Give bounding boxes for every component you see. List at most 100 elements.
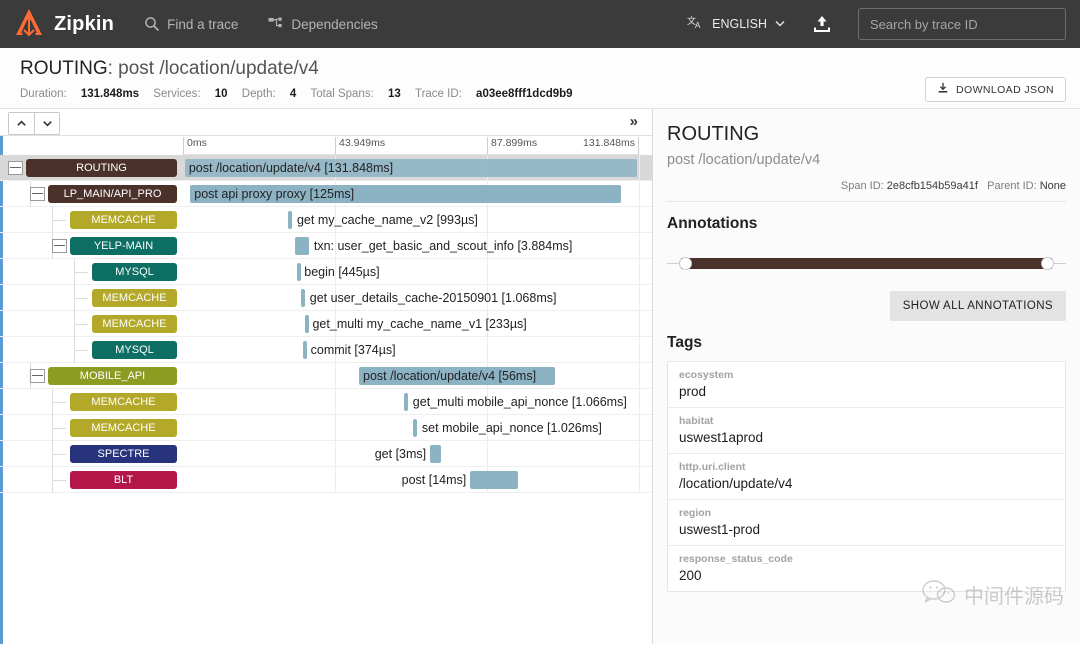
span-collapse-toggle[interactable] xyxy=(52,239,67,253)
span-row[interactable]: MEMCACHEget_multi my_cache_name_v1 [233µ… xyxy=(0,311,652,337)
span-row-timeline: post /location/update/v4 [56ms] xyxy=(183,363,639,389)
span-row-timeline: post [14ms] xyxy=(183,467,639,493)
span-row-tree: MEMCACHE xyxy=(0,311,183,337)
annotation-slider-handle-end[interactable] xyxy=(1041,257,1054,270)
trace-meta-depth-label: Depth: xyxy=(242,88,276,100)
span-duration-bar[interactable] xyxy=(295,237,309,255)
span-row[interactable]: MYSQL commit [374µs] xyxy=(0,337,652,363)
span-row[interactable]: SPECTREget [3ms] xyxy=(0,441,652,467)
service-name-badge[interactable]: YELP-MAIN xyxy=(70,237,177,255)
span-label: post /location/update/v4 [131.848ms] xyxy=(185,159,393,177)
service-name-badge[interactable]: BLT xyxy=(70,471,177,489)
service-name-badge[interactable]: MYSQL xyxy=(92,263,177,281)
service-name-badge[interactable]: ROUTING xyxy=(26,159,177,177)
timeline-panel: » 0ms 43.949ms 87.899ms 131.848ms ROUTING po… xyxy=(0,109,653,644)
trace-meta-duration-label: Duration: xyxy=(20,88,67,100)
span-label: begin [445µs] xyxy=(300,263,379,281)
upload-icon[interactable] xyxy=(812,14,832,34)
service-name-badge[interactable]: LP_MAIN/API_PRO xyxy=(48,185,177,203)
service-name-badge[interactable]: MEMCACHE xyxy=(70,419,177,437)
annotation-timeline-slider[interactable] xyxy=(667,257,1066,271)
span-row[interactable]: YELP-MAINtxn: user_get_basic_and_scout_i… xyxy=(0,233,652,259)
span-collapse-toggle[interactable] xyxy=(8,161,23,175)
span-label: post [14ms] xyxy=(402,471,471,489)
tag-value: 200 xyxy=(679,568,1054,583)
span-duration-bar[interactable] xyxy=(413,419,417,437)
axis-tick: 87.899ms xyxy=(487,137,537,155)
timeline-toolbar: » xyxy=(0,109,652,136)
tag-value: prod xyxy=(679,384,1054,399)
detail-service-title: ROUTING xyxy=(667,123,1066,146)
axis-tick: 0ms xyxy=(183,137,207,155)
tag-row: habitatuswest1aprod xyxy=(668,408,1065,454)
span-row[interactable]: MEMCACHE get my_cache_name_v2 [993µs] xyxy=(0,207,652,233)
service-name-badge[interactable]: SPECTRE xyxy=(70,445,177,463)
tag-row: http.uri.client/location/update/v4 xyxy=(668,454,1065,500)
tree-connector xyxy=(52,480,66,481)
span-duration-bar[interactable] xyxy=(301,289,305,307)
timeline-gridline xyxy=(335,441,336,467)
trace-subheader: ROUTING: post /location/update/v4 Durati… xyxy=(0,48,1080,109)
timeline-axis: 0ms 43.949ms 87.899ms 131.848ms xyxy=(183,137,639,155)
span-details-panel: ROUTING post /location/update/v4 Span ID… xyxy=(653,109,1080,644)
double-chevron-right-icon[interactable]: » xyxy=(630,112,638,132)
svg-text:A: A xyxy=(695,21,701,30)
service-name-badge[interactable]: MEMCACHE xyxy=(70,211,177,229)
span-duration-bar[interactable] xyxy=(288,211,292,229)
chevron-up-icon[interactable] xyxy=(9,113,34,134)
service-name-badge[interactable]: MOBILE_API xyxy=(48,367,177,385)
service-name-badge[interactable]: MEMCACHE xyxy=(92,289,177,307)
tree-connector xyxy=(52,428,66,429)
span-collapse-toggle[interactable] xyxy=(30,187,45,201)
trace-meta-total-spans-value: 13 xyxy=(388,88,401,100)
span-label: get my_cache_name_v2 [993µs] xyxy=(293,211,478,229)
show-all-annotations-button[interactable]: SHOW ALL ANNOTATIONS xyxy=(890,291,1066,321)
span-row[interactable]: MEMCACHEget user_details_cache-20150901 … xyxy=(0,285,652,311)
timeline-gridline xyxy=(639,389,640,415)
tree-connector xyxy=(74,272,88,273)
span-duration-bar[interactable] xyxy=(404,393,408,411)
trace-id-search-input[interactable] xyxy=(858,8,1066,40)
page-title-separator: : xyxy=(108,58,119,79)
nav-find-a-trace-label: Find a trace xyxy=(167,17,238,32)
timeline-gridline xyxy=(639,155,640,181)
trace-meta-total-spans-label: Total Spans: xyxy=(310,88,373,100)
nav-find-a-trace[interactable]: Find a trace xyxy=(144,16,238,32)
navbar-right: 文 A ENGLISH xyxy=(687,0,1066,48)
timeline-gridline xyxy=(487,207,488,233)
brand[interactable]: Zipkin xyxy=(14,8,114,40)
span-row[interactable]: BLT post [14ms] xyxy=(0,467,652,493)
span-row-timeline: get my_cache_name_v2 [993µs] xyxy=(183,207,639,233)
span-row-tree: YELP-MAIN xyxy=(0,233,183,259)
span-row[interactable]: MOBILE_API post /location/update/v4 [56ms… xyxy=(0,363,652,389)
span-row[interactable]: MEMCACHEset mobile_api_nonce [1.026ms] xyxy=(0,415,652,441)
annotation-slider-handle-start[interactable] xyxy=(679,257,692,270)
brand-name: Zipkin xyxy=(54,13,114,36)
timeline-gridline xyxy=(487,259,488,285)
parent-id-value: None xyxy=(1040,180,1066,192)
service-name-badge[interactable]: MEMCACHE xyxy=(70,393,177,411)
language-selector[interactable]: 文 A ENGLISH xyxy=(687,15,786,34)
download-json-button[interactable]: DOWNLOAD JSON xyxy=(925,77,1066,102)
span-row-tree: SPECTRE xyxy=(0,441,183,467)
span-row[interactable]: LP_MAIN/API_PROpost api proxy proxy [125… xyxy=(0,181,652,207)
span-label: commit [374µs] xyxy=(307,341,396,359)
chevron-down-icon[interactable] xyxy=(34,113,59,134)
span-duration-bar[interactable] xyxy=(470,471,518,489)
timeline-gridline xyxy=(335,415,336,441)
service-name-badge[interactable]: MEMCACHE xyxy=(92,315,177,333)
nav-dependencies[interactable]: Dependencies xyxy=(268,16,377,32)
tree-connector xyxy=(52,454,66,455)
span-collapse-toggle[interactable] xyxy=(30,369,45,383)
span-row[interactable]: ROUTING post /location/update/v4 [131.848… xyxy=(0,155,652,181)
tag-key: response_status_code xyxy=(679,553,1054,565)
timeline-gridline xyxy=(639,467,640,493)
span-rows: ROUTING post /location/update/v4 [131.848… xyxy=(0,155,652,644)
axis-tick: 43.949ms xyxy=(335,137,385,155)
timeline-gridline xyxy=(487,337,488,363)
span-row[interactable]: MYSQL begin [445µs] xyxy=(0,259,652,285)
axis-tick: 131.848ms xyxy=(583,137,639,155)
service-name-badge[interactable]: MYSQL xyxy=(92,341,177,359)
span-row[interactable]: MEMCACHEget_multi mobile_api_nonce [1.06… xyxy=(0,389,652,415)
span-duration-bar[interactable] xyxy=(430,445,440,463)
